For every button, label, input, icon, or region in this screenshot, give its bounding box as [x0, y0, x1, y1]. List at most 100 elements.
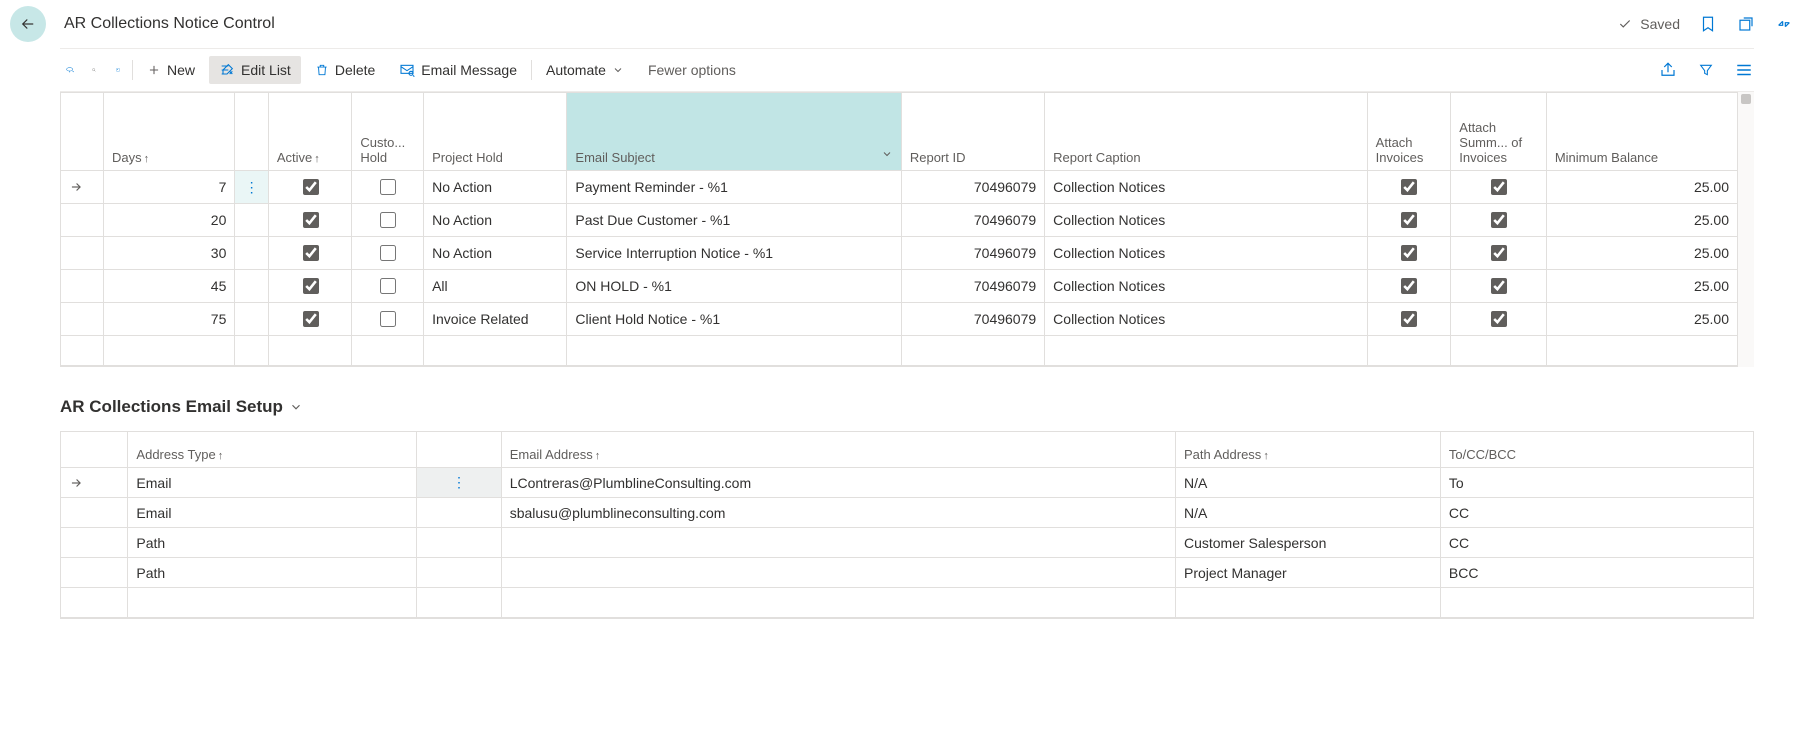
- cell-project-hold[interactable]: No Action: [424, 171, 567, 204]
- back-button[interactable]: [10, 6, 46, 42]
- cell-active[interactable]: [268, 237, 352, 270]
- row-menu-button[interactable]: [417, 498, 501, 528]
- cell-attach-inv[interactable]: [1367, 237, 1451, 270]
- cell-attach-summ[interactable]: [1451, 270, 1547, 303]
- cell-days[interactable]: 30: [104, 237, 235, 270]
- cell-days[interactable]: 75: [104, 303, 235, 336]
- search-icon[interactable]: [84, 60, 104, 80]
- col-custo-hold[interactable]: Custo... Hold: [352, 93, 424, 171]
- col-address-type[interactable]: Address Type↑: [128, 432, 417, 468]
- vertical-scrollbar[interactable]: [1738, 92, 1754, 367]
- cell-attach-summ[interactable]: [1451, 204, 1547, 237]
- cell-report-caption[interactable]: Collection Notices: [1045, 171, 1368, 204]
- table-row-empty[interactable]: [61, 336, 1738, 366]
- cell-active[interactable]: [268, 303, 352, 336]
- notice-grid[interactable]: Days↑ Active↑ Custo... Hold Project Hold…: [60, 92, 1738, 366]
- cell-custo-hold[interactable]: [352, 303, 424, 336]
- cell-email-subject[interactable]: Service Interruption Notice - %1: [567, 237, 901, 270]
- cell-attach-inv[interactable]: [1367, 270, 1451, 303]
- cell-email[interactable]: sbalusu@plumblineconsulting.com: [501, 498, 1175, 528]
- row-menu-button[interactable]: [417, 558, 501, 588]
- cell-path[interactable]: Customer Salesperson: [1175, 528, 1440, 558]
- email-message-button[interactable]: Email Message: [389, 56, 527, 84]
- table-row[interactable]: PathProject ManagerBCC: [61, 558, 1754, 588]
- cell-active[interactable]: [268, 270, 352, 303]
- table-row[interactable]: PathCustomer SalespersonCC: [61, 528, 1754, 558]
- col-to-cc-bcc[interactable]: To/CC/BCC: [1440, 432, 1753, 468]
- cell-custo-hold[interactable]: [352, 237, 424, 270]
- cell-address-type[interactable]: Email: [128, 468, 417, 498]
- share-icon[interactable]: [1658, 60, 1678, 80]
- filter-icon[interactable]: [1696, 60, 1716, 80]
- cell-address-type[interactable]: Email: [128, 498, 417, 528]
- cell-email-subject[interactable]: Payment Reminder - %1: [567, 171, 901, 204]
- cell-min-balance[interactable]: 25.00: [1546, 171, 1737, 204]
- row-indicator[interactable]: [61, 468, 128, 498]
- cell-to[interactable]: CC: [1440, 498, 1753, 528]
- table-row[interactable]: 45AllON HOLD - %170496079Collection Noti…: [61, 270, 1738, 303]
- row-menu-button[interactable]: [235, 303, 268, 336]
- cell-report-id[interactable]: 70496079: [901, 171, 1044, 204]
- cell-address-type[interactable]: Path: [128, 558, 417, 588]
- cell-attach-inv[interactable]: [1367, 171, 1451, 204]
- cell-path[interactable]: N/A: [1175, 468, 1440, 498]
- col-attach-summ[interactable]: Attach Summ... of Invoices: [1451, 93, 1547, 171]
- cell-path[interactable]: N/A: [1175, 498, 1440, 528]
- cell-report-caption[interactable]: Collection Notices: [1045, 303, 1368, 336]
- row-indicator[interactable]: [61, 528, 128, 558]
- collapse-icon[interactable]: [1774, 14, 1794, 34]
- cell-report-id[interactable]: 70496079: [901, 270, 1044, 303]
- row-indicator[interactable]: [61, 498, 128, 528]
- cell-to[interactable]: CC: [1440, 528, 1753, 558]
- row-indicator[interactable]: [61, 237, 104, 270]
- delete-button[interactable]: Delete: [305, 56, 385, 84]
- cell-report-id[interactable]: 70496079: [901, 204, 1044, 237]
- cell-attach-inv[interactable]: [1367, 303, 1451, 336]
- row-menu-button[interactable]: ⋮: [235, 171, 268, 204]
- email-setup-grid[interactable]: Address Type↑ Email Address↑ Path Addres…: [60, 431, 1754, 618]
- col-project-hold[interactable]: Project Hold: [424, 93, 567, 171]
- table-row[interactable]: Email⋮LContreras@PlumblineConsulting.com…: [61, 468, 1754, 498]
- col-path-address[interactable]: Path Address↑: [1175, 432, 1440, 468]
- cell-project-hold[interactable]: No Action: [424, 204, 567, 237]
- cell-email-subject[interactable]: Past Due Customer - %1: [567, 204, 901, 237]
- cell-attach-summ[interactable]: [1451, 237, 1547, 270]
- cell-days[interactable]: 20: [104, 204, 235, 237]
- cell-report-caption[interactable]: Collection Notices: [1045, 204, 1368, 237]
- table-row[interactable]: 75 Invoice RelatedClient Hold Notice - %1…: [61, 303, 1738, 336]
- cell-email-subject[interactable]: ON HOLD - %1: [567, 270, 901, 303]
- cell-report-id[interactable]: 70496079: [901, 303, 1044, 336]
- new-button[interactable]: New: [137, 56, 205, 84]
- col-report-id[interactable]: Report ID: [901, 93, 1044, 171]
- col-min-balance[interactable]: Minimum Balance: [1546, 93, 1737, 171]
- cell-project-hold[interactable]: All: [424, 270, 567, 303]
- row-indicator[interactable]: [61, 204, 104, 237]
- chevron-down-icon[interactable]: [289, 400, 303, 414]
- cell-project-hold[interactable]: Invoice Related: [424, 303, 567, 336]
- scroll-up-arrow[interactable]: [1741, 94, 1751, 104]
- row-menu-button[interactable]: [235, 204, 268, 237]
- row-menu-button[interactable]: [235, 237, 268, 270]
- chevron-down-icon[interactable]: [881, 148, 893, 160]
- row-indicator[interactable]: [61, 270, 104, 303]
- row-indicator[interactable]: [61, 303, 104, 336]
- cell-email[interactable]: [501, 528, 1175, 558]
- table-row-empty[interactable]: [61, 588, 1754, 618]
- cell-report-id[interactable]: 70496079: [901, 237, 1044, 270]
- cell-attach-summ[interactable]: [1451, 303, 1547, 336]
- cell-to[interactable]: To: [1440, 468, 1753, 498]
- col-days[interactable]: Days↑: [104, 93, 235, 171]
- cell-email-subject[interactable]: Client Hold Notice - %1: [567, 303, 901, 336]
- cell-active[interactable]: [268, 204, 352, 237]
- col-email-subject[interactable]: Email Subject: [567, 93, 901, 171]
- cell-report-caption[interactable]: Collection Notices: [1045, 270, 1368, 303]
- cell-email[interactable]: [501, 558, 1175, 588]
- cell-attach-inv[interactable]: [1367, 204, 1451, 237]
- new-card-icon[interactable]: [108, 60, 128, 80]
- fewer-options-button[interactable]: Fewer options: [638, 56, 746, 84]
- table-row[interactable]: 20 No ActionPast Due Customer - %17049607…: [61, 204, 1738, 237]
- view-switch-icon[interactable]: [60, 60, 80, 80]
- row-menu-button[interactable]: [235, 270, 268, 303]
- row-menu-button[interactable]: ⋮: [417, 468, 501, 498]
- cell-custo-hold[interactable]: [352, 204, 424, 237]
